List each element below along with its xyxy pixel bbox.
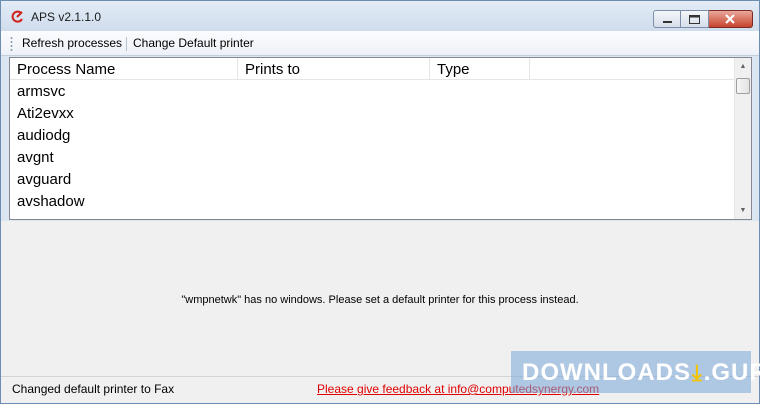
list-header: Process Name Prints to Type (10, 58, 735, 80)
close-icon (725, 14, 735, 24)
list-item[interactable]: avgnt (10, 147, 735, 169)
process-list[interactable]: Process Name Prints to Type armsvc Ati2e… (9, 57, 752, 220)
column-type[interactable]: Type (430, 58, 530, 80)
scroll-up-icon[interactable]: ▲ (735, 58, 751, 75)
toolbar-grip[interactable] (10, 36, 13, 51)
maximize-button[interactable] (681, 10, 709, 28)
close-button[interactable] (709, 10, 753, 28)
scroll-thumb[interactable] (736, 78, 750, 94)
maximize-icon (689, 15, 700, 24)
list-item[interactable]: avshadow (10, 191, 735, 213)
aps-logo-icon (11, 10, 23, 23)
list-item[interactable]: Ati2evxx (10, 103, 735, 125)
watermark-text-right: .GURU (703, 359, 760, 386)
menu-toolbar: Refresh processes Change Default printer (1, 31, 759, 56)
minimize-button[interactable] (653, 10, 681, 28)
column-filler (530, 58, 735, 80)
list-item[interactable]: avguard (10, 169, 735, 191)
watermark-logo: DOWNLOADS⤓.GURU (511, 351, 760, 393)
vertical-scrollbar[interactable]: ▲ ▼ (734, 58, 751, 219)
minimize-icon (663, 21, 672, 23)
list-item[interactable]: audiodg (10, 125, 735, 147)
status-text: Changed default printer to Fax (12, 382, 175, 396)
column-process-name[interactable]: Process Name (10, 58, 238, 80)
refresh-processes-button[interactable]: Refresh processes (22, 36, 122, 50)
download-arrow-icon: ⤓ (691, 360, 703, 385)
change-default-printer-button[interactable]: Change Default printer (133, 36, 254, 50)
window-title: APS v2.1.1.0 (31, 10, 102, 24)
info-message: "wmpnetwk" has no windows. Please set a … (181, 294, 579, 306)
app-window: APS v2.1.1.0 Refresh processes Change De… (0, 0, 760, 404)
list-item[interactable]: armsvc (10, 81, 735, 103)
watermark-text-left: DOWNLOADS (522, 359, 691, 386)
window-controls (653, 10, 753, 28)
title-bar[interactable]: APS v2.1.1.0 (1, 1, 759, 31)
column-prints-to[interactable]: Prints to (238, 58, 430, 80)
menu-separator (126, 37, 127, 51)
scroll-down-icon[interactable]: ▼ (735, 202, 751, 219)
list-rows: armsvc Ati2evxx audiodg avgnt avguard av… (10, 81, 735, 213)
